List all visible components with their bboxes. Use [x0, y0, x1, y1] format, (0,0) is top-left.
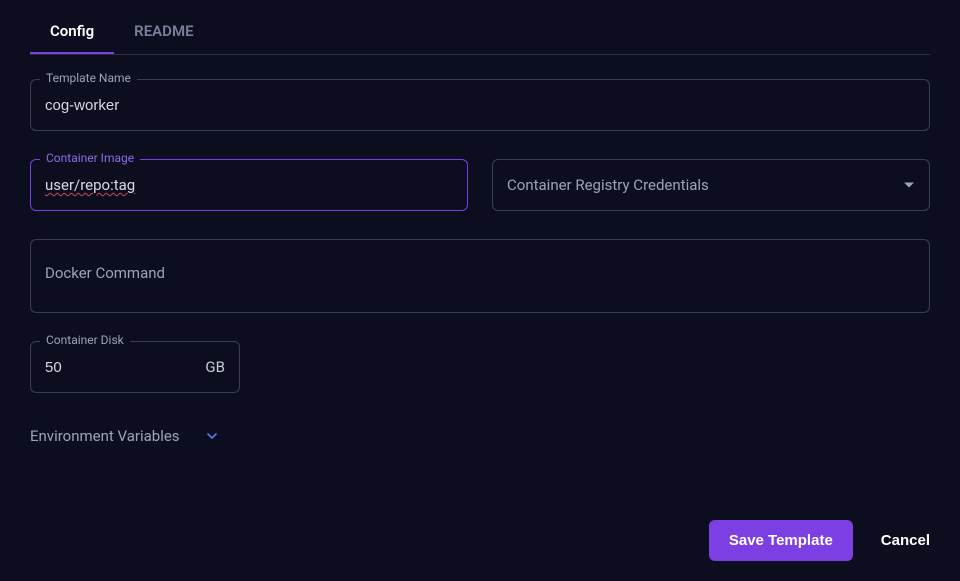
container-disk-input[interactable] [45, 359, 153, 376]
dialog-footer: Save Template Cancel [709, 520, 930, 561]
chevron-down-icon [204, 428, 220, 444]
container-image-input[interactable]: user/repo:tag [45, 176, 453, 194]
container-disk-label: Container Disk [40, 333, 130, 347]
tab-readme[interactable]: README [114, 8, 213, 54]
tab-config[interactable]: Config [30, 8, 114, 54]
template-name-label: Template Name [40, 71, 137, 85]
registry-credentials-field: Container Registry Credentials [492, 159, 930, 211]
template-name-input-wrap[interactable] [30, 79, 930, 131]
docker-command-input[interactable]: Docker Command [30, 239, 930, 313]
template-name-input[interactable] [45, 97, 915, 114]
container-disk-input-wrap[interactable]: GB [30, 341, 240, 393]
cancel-button[interactable]: Cancel [881, 532, 930, 549]
container-image-input-wrap[interactable]: user/repo:tag [30, 159, 468, 211]
save-template-button[interactable]: Save Template [709, 520, 853, 561]
container-disk-field: Container Disk GB [30, 341, 240, 393]
environment-variables-label: Environment Variables [30, 427, 180, 445]
registry-credentials-select[interactable]: Container Registry Credentials [492, 159, 930, 211]
docker-command-field: Docker Command [30, 239, 930, 313]
template-name-field: Template Name [30, 79, 930, 131]
container-image-field: Container Image user/repo:tag [30, 159, 468, 211]
container-image-label: Container Image [40, 151, 140, 165]
tab-bar: Config README [30, 8, 930, 55]
environment-variables-toggle[interactable]: Environment Variables [30, 427, 930, 445]
registry-credentials-placeholder: Container Registry Credentials [507, 176, 709, 194]
dropdown-caret-icon [904, 183, 914, 188]
docker-command-label: Docker Command [45, 264, 165, 282]
container-disk-unit: GB [205, 358, 225, 376]
